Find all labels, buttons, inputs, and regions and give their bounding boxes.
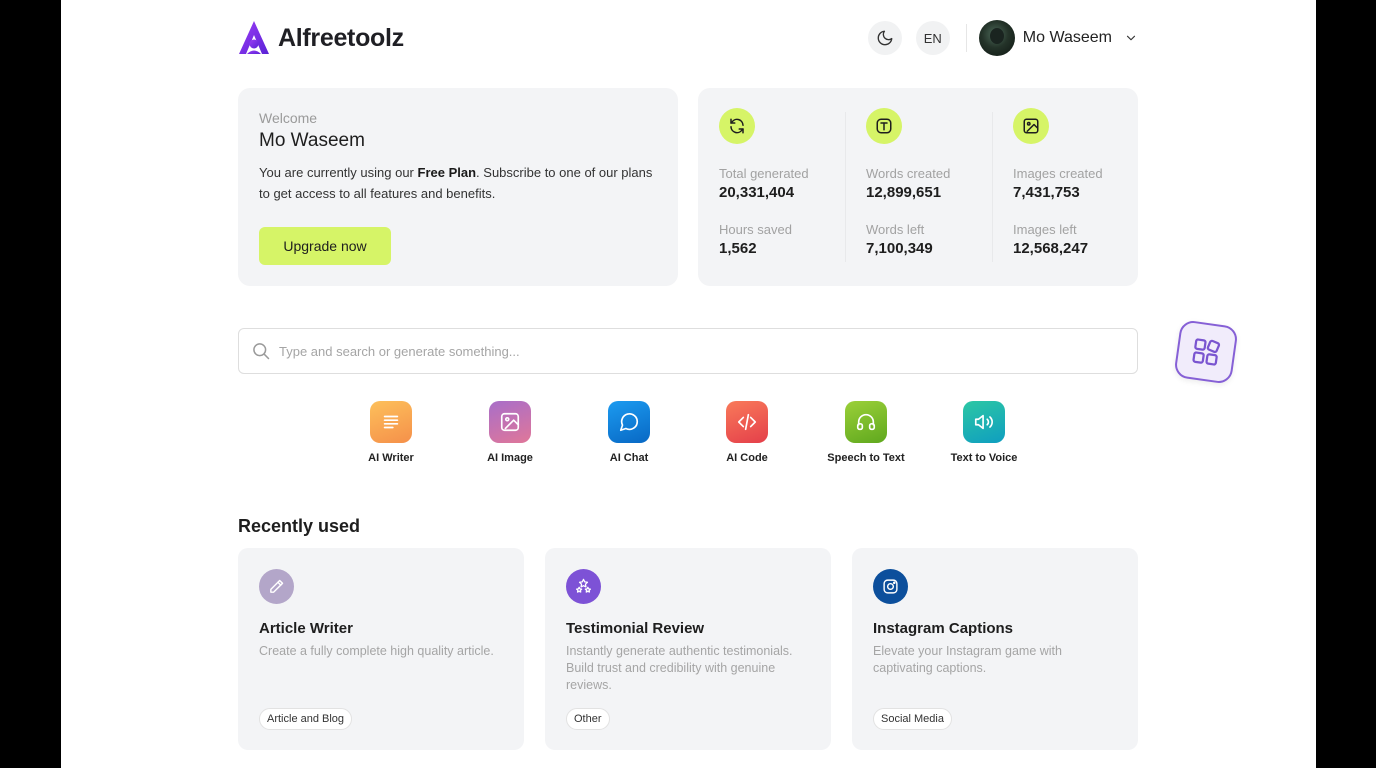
recent-card-desc: Create a fully complete high quality art…	[259, 644, 494, 658]
logo-icon	[239, 21, 269, 54]
recent-card-title: Article Writer	[259, 620, 353, 637]
stat-label: Images created	[1013, 166, 1103, 181]
welcome-card: Welcome Mo Waseem You are currently usin…	[238, 88, 678, 286]
stat-label: Words created	[866, 166, 951, 181]
tool-speech-to-text[interactable]: Speech to Text	[811, 401, 921, 464]
stat-value: 1,562	[719, 240, 757, 257]
search-input[interactable]	[279, 343, 1119, 359]
recent-card-title: Instagram Captions	[873, 620, 1014, 637]
page: Alfreetoolz EN Mo Waseem Welcome Mo Wase…	[61, 0, 1316, 768]
user-menu[interactable]: Mo Waseem	[978, 20, 1138, 56]
stat-value: 7,431,753	[1013, 184, 1080, 201]
header-actions: EN Mo Waseem	[867, 20, 1138, 56]
stat-total-generated: Total generated 20,331,404	[719, 166, 859, 201]
stat-images-created: Images created 7,431,753	[1013, 166, 1153, 201]
tool-ai-writer[interactable]: AI Writer	[336, 401, 446, 464]
recent-card-title: Testimonial Review	[566, 620, 705, 637]
stat-label: Words left	[866, 222, 925, 237]
brand-name: Alfreetoolz	[278, 23, 404, 52]
header: Alfreetoolz EN Mo Waseem	[238, 18, 1138, 60]
recent-card-instagram-captions[interactable]: Instagram Captions Elevate your Instagra…	[852, 548, 1138, 750]
image-icon	[1013, 108, 1049, 144]
stars-icon	[566, 569, 601, 604]
tool-ai-image[interactable]: AI Image	[455, 401, 565, 464]
tool-label: AI Writer	[368, 452, 414, 464]
image-icon	[489, 401, 531, 443]
category-tag[interactable]: Other	[566, 708, 610, 730]
instagram-icon	[873, 569, 908, 604]
stat-hours-saved: Hours saved 1,562	[719, 222, 859, 257]
stats-column-images: Images created 7,431,753 Images left 12,…	[1013, 108, 1153, 257]
plan-desc-prefix: You are currently using our	[259, 165, 418, 180]
search-icon	[253, 343, 270, 360]
tool-label: Speech to Text	[827, 452, 905, 464]
stats-column-total: Total generated 20,331,404 Hours saved 1…	[719, 108, 859, 257]
recent-card-desc: Elevate your Instagram game with captiva…	[873, 644, 1062, 675]
welcome-name: Mo Waseem	[259, 130, 365, 151]
refresh-icon	[719, 108, 755, 144]
plan-name: Free Plan	[417, 165, 477, 180]
stat-words-left: Words left 7,100,349	[866, 222, 1006, 257]
apps-widget-button[interactable]	[1173, 319, 1239, 385]
user-name: Mo Waseem	[1022, 29, 1112, 46]
tool-text-to-voice[interactable]: Text to Voice	[929, 401, 1039, 464]
stat-value: 7,100,349	[866, 240, 933, 257]
stats-column-words: Words created 12,899,651 Words left 7,10…	[866, 108, 1006, 257]
tool-ai-code[interactable]: AI Code	[692, 401, 802, 464]
stat-value: 12,568,247	[1013, 240, 1089, 257]
welcome-label: Welcome	[259, 110, 318, 126]
speaker-icon	[963, 401, 1005, 443]
code-icon	[726, 401, 768, 443]
stat-label: Images left	[1013, 222, 1077, 237]
tool-label: AI Code	[726, 452, 768, 464]
tool-label: AI Chat	[609, 452, 649, 464]
stat-images-left: Images left 12,568,247	[1013, 222, 1153, 257]
search-bar[interactable]	[238, 328, 1138, 374]
grid-apps-icon	[1192, 338, 1221, 366]
stat-value: 20,331,404	[719, 184, 795, 201]
recently-used-title: Recently used	[238, 516, 361, 536]
tool-label: Text to Voice	[950, 452, 1018, 464]
header-divider	[965, 24, 967, 52]
language-button[interactable]: EN	[915, 21, 950, 55]
stat-label: Total generated	[719, 166, 809, 181]
lines-icon	[370, 401, 412, 443]
stat-label: Hours saved	[719, 222, 792, 237]
category-tag[interactable]: Article and Blog	[259, 708, 353, 730]
chevron-down-icon	[1126, 35, 1136, 41]
stats-card: Total generated 20,331,404 Hours saved 1…	[698, 88, 1138, 286]
text-t-icon	[866, 108, 902, 144]
recent-card-testimonial-review[interactable]: Testimonial Review Instantly generate au…	[545, 548, 831, 750]
tool-label: AI Image	[487, 452, 533, 464]
brand-logo[interactable]: Alfreetoolz	[238, 20, 404, 56]
theme-toggle-button[interactable]	[867, 21, 902, 55]
chat-bubble-icon	[608, 401, 650, 443]
recent-card-article-writer[interactable]: Article Writer Create a fully complete h…	[238, 548, 524, 750]
avatar	[978, 20, 1015, 56]
category-tag[interactable]: Social Media	[873, 708, 952, 730]
recent-card-desc: Instantly generate authentic testimonial…	[566, 644, 793, 692]
upgrade-button[interactable]: Upgrade now	[259, 227, 391, 265]
stat-words-created: Words created 12,899,651	[866, 166, 1006, 201]
stat-value: 12,899,651	[866, 184, 942, 201]
headphones-icon	[845, 401, 887, 443]
pencil-icon	[259, 569, 294, 604]
tool-ai-chat[interactable]: AI Chat	[574, 401, 684, 464]
plan-description: You are currently using our Free Plan. S…	[259, 162, 659, 204]
moon-icon	[877, 30, 893, 46]
